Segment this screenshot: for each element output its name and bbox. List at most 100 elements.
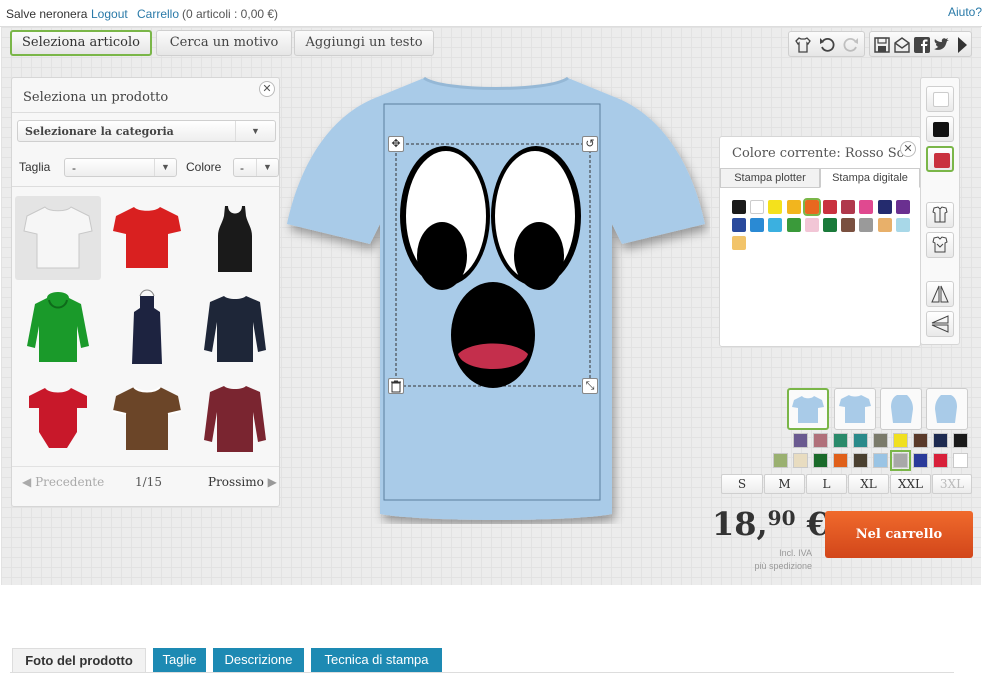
color-swatch[interactable] (804, 218, 819, 232)
color-swatch[interactable] (841, 200, 856, 214)
color-swatch[interactable] (877, 218, 892, 232)
color-swatch[interactable] (786, 218, 801, 232)
move-icon[interactable]: ✥ (388, 136, 404, 152)
color-swatch[interactable] (877, 200, 892, 214)
color-swatch[interactable] (768, 200, 783, 214)
tab-select-article[interactable]: Seleziona articolo (10, 30, 152, 56)
tab-search-motif[interactable]: Cerca un motivo (156, 30, 292, 56)
size-option-3xl[interactable]: 3XL (932, 474, 972, 494)
product-red-baby-bodysuit[interactable] (15, 376, 101, 460)
tshirt-preview[interactable]: ✥ ↺ ⤡ (282, 74, 710, 524)
delete-icon[interactable] (388, 378, 404, 394)
size-option-m[interactable]: M (764, 474, 805, 494)
tab-plotter-print[interactable]: Stampa plotter (720, 168, 820, 188)
view-left-button[interactable] (880, 388, 922, 430)
color-swatch[interactable] (732, 236, 746, 250)
play-forward-icon[interactable] (953, 36, 971, 54)
close-icon[interactable]: ✕ (259, 81, 275, 97)
color-swatch[interactable] (859, 218, 874, 232)
save-icon[interactable] (873, 36, 891, 54)
product-color-swatch[interactable] (953, 453, 968, 468)
size-option-xl[interactable]: XL (848, 474, 889, 494)
view-front-button[interactable] (787, 388, 829, 430)
color-swatch[interactable] (859, 200, 874, 214)
product-brown-ringer-tshirt[interactable] (104, 376, 190, 460)
color-swatch[interactable] (823, 218, 837, 232)
color-panel: Colore corrente: Rosso Scuro ✕ Stampa pl… (719, 136, 921, 347)
product-burgundy-longsleeve[interactable] (192, 376, 278, 460)
close-icon[interactable]: ✕ (900, 141, 916, 157)
resize-icon[interactable]: ⤡ (582, 378, 598, 394)
product-color-swatch[interactable] (793, 433, 808, 448)
rotate-icon[interactable]: ↺ (582, 136, 598, 152)
view-right-button[interactable] (926, 388, 968, 430)
product-red-tshirt[interactable] (104, 196, 190, 280)
flip-vertical-icon[interactable] (926, 311, 954, 337)
product-color-swatch[interactable] (933, 453, 948, 468)
product-color-swatch[interactable] (833, 453, 848, 468)
product-color-swatch[interactable] (813, 453, 828, 468)
size-option-l[interactable]: L (806, 474, 847, 494)
color-swatch[interactable] (823, 200, 837, 214)
next-page-button[interactable]: Prossimo ▶ (208, 475, 277, 489)
help-link[interactable]: Aiuto? (948, 5, 982, 19)
product-color-swatch[interactable] (853, 433, 868, 448)
color-swatch[interactable] (895, 200, 910, 214)
color-swatch[interactable] (732, 218, 746, 232)
redo-icon[interactable] (842, 36, 860, 54)
size-select[interactable]: - ▼ (64, 158, 177, 177)
twitter-icon[interactable] (933, 36, 951, 54)
tab-sizes[interactable]: Taglie (153, 648, 206, 672)
product-shirt-icon[interactable] (794, 36, 812, 54)
tab-product-photo[interactable]: Foto del prodotto (12, 648, 146, 672)
product-color-swatch[interactable] (913, 453, 928, 468)
product-color-swatch[interactable] (890, 450, 911, 471)
category-select[interactable]: Selezionare la categoria ▼ (17, 120, 276, 142)
size-option-xxl[interactable]: XXL (890, 474, 931, 494)
logout-link[interactable]: Logout (91, 7, 128, 21)
email-icon[interactable] (893, 36, 911, 54)
tab-print-technique[interactable]: Tecnica di stampa (311, 648, 442, 672)
color-swatch[interactable] (895, 218, 910, 232)
cart-link[interactable]: Carrello (137, 7, 179, 21)
product-white-tshirt[interactable] (15, 196, 101, 280)
color-swatch[interactable] (786, 200, 801, 214)
color-swatch[interactable] (802, 198, 821, 216)
tab-add-text[interactable]: Aggiungi un testo (294, 30, 434, 56)
layer-red-button[interactable] (926, 146, 954, 172)
product-black-tanktop[interactable] (192, 196, 278, 280)
layer-black-button[interactable] (926, 116, 954, 142)
product-color-swatch[interactable] (853, 453, 868, 468)
product-color-swatch[interactable] (793, 453, 808, 468)
product-color-swatch[interactable] (953, 433, 968, 448)
color-swatch[interactable] (732, 200, 746, 214)
product-green-hoodie[interactable] (15, 286, 101, 370)
layer-white-button[interactable] (926, 86, 954, 112)
color-swatch[interactable] (750, 218, 765, 232)
tab-digital-print[interactable]: Stampa digitale (820, 168, 920, 188)
color-swatch[interactable] (768, 218, 783, 232)
view-back-button[interactable] (834, 388, 876, 430)
center-vertical-icon[interactable] (926, 232, 954, 258)
flip-horizontal-icon[interactable] (926, 281, 954, 307)
facebook-icon[interactable] (913, 36, 931, 54)
color-swatch[interactable] (750, 200, 765, 214)
add-to-cart-button[interactable]: Nel carrello (825, 511, 973, 558)
product-navy-longsleeve[interactable] (192, 286, 278, 370)
center-horizontal-icon[interactable] (926, 202, 954, 228)
product-navy-apron[interactable] (104, 286, 190, 370)
product-color-swatch[interactable] (873, 453, 888, 468)
tab-description[interactable]: Descrizione (213, 648, 304, 672)
size-option-s[interactable]: S (721, 474, 763, 494)
product-color-swatch[interactable] (913, 433, 928, 448)
prev-page-button[interactable]: ◀ Precedente (22, 475, 104, 489)
color-select[interactable]: - ▼ (233, 158, 279, 177)
product-color-swatch[interactable] (873, 433, 888, 448)
color-swatch[interactable] (841, 218, 856, 232)
product-color-swatch[interactable] (893, 433, 908, 448)
undo-icon[interactable] (818, 36, 836, 54)
product-color-swatch[interactable] (933, 433, 948, 448)
product-color-swatch[interactable] (773, 453, 788, 468)
product-color-swatch[interactable] (813, 433, 828, 448)
product-color-swatch[interactable] (833, 433, 848, 448)
